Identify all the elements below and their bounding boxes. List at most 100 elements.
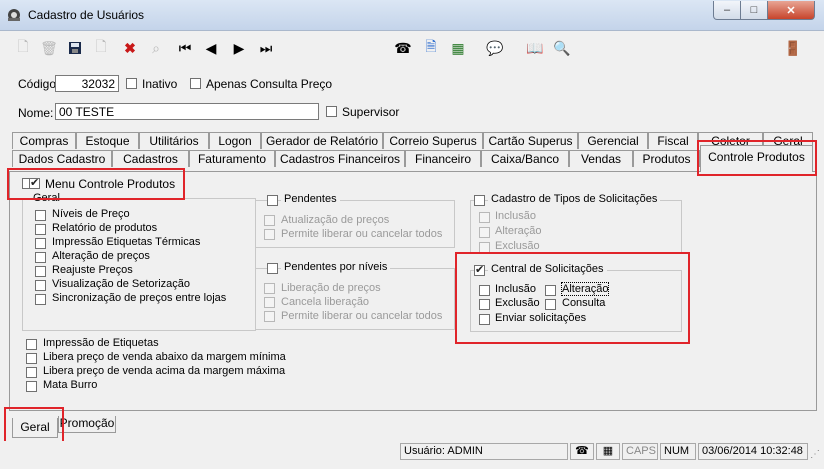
cadastro-tipos-checkbox[interactable] xyxy=(474,195,485,206)
extra-item-label: Mata Burro xyxy=(43,379,98,391)
cadastro-tipos-item-label: Inclusão xyxy=(495,210,536,222)
status-bar: Usuário: ADMIN ☎ ▦ CAPS NUM 03/06/2014 1… xyxy=(0,441,824,469)
pendentes-niveis-item-checkbox[interactable] xyxy=(264,311,275,322)
phone-status-icon: ☎ xyxy=(570,443,594,460)
pendentes-item-checkbox[interactable] xyxy=(264,229,275,240)
exit-door-icon[interactable]: 🚪 xyxy=(784,39,802,57)
delete-icon[interactable]: 🗑 xyxy=(40,39,58,57)
copy-icon[interactable]: 🗋 xyxy=(92,38,110,57)
pendentes-niveis-item-label: Liberação de preços xyxy=(281,282,381,294)
tab-vendas[interactable]: Vendas xyxy=(569,150,633,167)
pendentes-niveis-item-label: Permite liberar ou cancelar todos xyxy=(281,310,443,322)
tab-fiscal[interactable]: Fiscal xyxy=(648,132,698,149)
tab-financeiro[interactable]: Financeiro xyxy=(405,150,481,167)
geral-item-label: Visualização de Setorização xyxy=(52,278,190,290)
tab-dados-cadastro[interactable]: Dados Cadastro xyxy=(12,150,112,167)
geral-item-label: Impressão Etiquetas Térmicas xyxy=(52,236,201,248)
tab-gerencial[interactable]: Gerencial xyxy=(578,132,648,149)
resize-grip-icon[interactable]: ⋰ xyxy=(810,449,820,460)
geral-item-label: Sincronização de preços entre lojas xyxy=(52,292,227,304)
geral-item-label: Alteração de preços xyxy=(52,250,150,262)
book-icon[interactable]: 📖 xyxy=(526,39,544,57)
extra-item-label: Impressão de Etiquetas xyxy=(43,337,159,349)
app-icon xyxy=(8,9,20,21)
toolbar: 🗋 🗑 🗋 ✖ ⌕ ⏮ ◀ ▶ ⏭ ☎ 🗎 ▦ 💬 📖 🔍 🚪 xyxy=(4,33,820,65)
minimize-button[interactable]: – xyxy=(713,1,741,20)
extra-item-checkbox[interactable] xyxy=(26,381,37,392)
search-disabled-icon[interactable]: ⌕ xyxy=(147,39,165,57)
tab-produtos[interactable]: Produtos xyxy=(633,150,700,167)
geral-item-checkbox[interactable] xyxy=(35,224,46,235)
first-record-icon[interactable]: ⏮ xyxy=(176,39,194,57)
extra-item-checkbox[interactable] xyxy=(26,353,37,364)
inativo-checkbox[interactable] xyxy=(126,78,137,89)
tab-utilitarios[interactable]: Utilitários xyxy=(139,132,209,149)
next-record-icon[interactable]: ▶ xyxy=(230,39,248,57)
report-icon[interactable]: ▦ xyxy=(449,39,467,57)
apenas-consulta-label: Apenas Consulta Preço xyxy=(206,77,333,91)
title-bar[interactable]: Cadastro de Usuários – □ ✕ xyxy=(0,0,824,31)
geral-item-label: Níveis de Preço xyxy=(52,208,130,220)
tab-cadastros[interactable]: Cadastros xyxy=(112,150,189,167)
nome-label: Nome: xyxy=(18,106,54,120)
highlight-menu-controle xyxy=(7,168,185,200)
pendentes-niveis-checkbox[interactable] xyxy=(267,263,278,274)
pendentes-niveis-item-checkbox[interactable] xyxy=(264,283,275,294)
tab-gerador-relatorio[interactable]: Gerador de Relatório xyxy=(261,132,383,149)
last-record-icon[interactable]: ⏭ xyxy=(257,39,275,57)
window-title: Cadastro de Usuários xyxy=(28,8,145,22)
highlight-central-solicitacoes xyxy=(455,252,690,344)
pendentes-item-checkbox[interactable] xyxy=(264,215,275,226)
calculator-icon: ▦ xyxy=(596,443,620,460)
nome-input[interactable] xyxy=(55,103,319,120)
cancel-icon[interactable]: ✖ xyxy=(121,39,139,57)
geral-item-label: Relatório de produtos xyxy=(52,222,158,234)
geral-item-checkbox[interactable] xyxy=(35,252,46,263)
pendentes-checkbox[interactable] xyxy=(267,195,278,206)
inativo-label: Inativo xyxy=(142,77,178,91)
maximize-button[interactable]: □ xyxy=(740,1,768,20)
codigo-input[interactable] xyxy=(55,75,119,92)
geral-item-checkbox[interactable] xyxy=(35,294,46,305)
pendentes-niveis-title: Pendentes por níveis xyxy=(281,261,391,273)
status-usuario: Usuário: ADMIN xyxy=(400,443,568,460)
new-doc-icon[interactable]: 🗋 xyxy=(14,38,32,57)
tab-faturamento[interactable]: Faturamento xyxy=(189,150,275,167)
add-doc-icon[interactable]: 🗎 xyxy=(422,38,440,57)
status-caps: CAPS xyxy=(622,443,658,460)
prev-record-icon[interactable]: ◀ xyxy=(202,39,220,57)
tab-cadastros-financeiros[interactable]: Cadastros Financeiros xyxy=(275,150,405,167)
tab-cartao-superus[interactable]: Cartão Superus xyxy=(483,132,578,149)
save-icon[interactable] xyxy=(66,39,84,57)
status-num: NUM xyxy=(660,443,696,460)
cadastro-tipos-item-checkbox[interactable] xyxy=(479,212,490,223)
zoom-icon[interactable]: 🔍 xyxy=(553,39,571,57)
geral-item-checkbox[interactable] xyxy=(35,238,46,249)
extra-item-checkbox[interactable] xyxy=(26,339,37,350)
close-button[interactable]: ✕ xyxy=(767,1,815,20)
tab-caixa-banco[interactable]: Caixa/Banco xyxy=(481,150,569,167)
tab-estoque[interactable]: Estoque xyxy=(76,132,139,149)
tab-promocao[interactable]: Promoção xyxy=(58,416,116,433)
apenas-consulta-checkbox[interactable] xyxy=(190,78,201,89)
tab-correio-superus[interactable]: Correio Superus xyxy=(383,132,483,149)
extra-item-label: Libera preço de venda acima da margem má… xyxy=(43,365,286,377)
geral-item-checkbox[interactable] xyxy=(35,280,46,291)
cadastro-tipos-item-checkbox[interactable] xyxy=(479,227,490,238)
geral-item-label: Reajuste Preços xyxy=(52,264,133,276)
pendentes-item-label: Atualização de preços xyxy=(281,214,390,226)
tab-logon[interactable]: Logon xyxy=(209,132,261,149)
geral-item-checkbox[interactable] xyxy=(35,266,46,277)
phone-icon[interactable]: ☎ xyxy=(394,39,412,57)
status-datetime: 03/06/2014 10:32:48 xyxy=(698,443,808,460)
chat-icon[interactable]: 💬 xyxy=(486,39,504,57)
supervisor-checkbox[interactable] xyxy=(326,106,337,117)
tab-compras[interactable]: Compras xyxy=(12,132,76,149)
tab-controle-produtos[interactable]: Controle Produtos xyxy=(700,145,813,172)
pendentes-niveis-item-checkbox[interactable] xyxy=(264,297,275,308)
cadastro-tipos-item-label: Alteração xyxy=(495,225,542,237)
geral-item-checkbox[interactable] xyxy=(35,210,46,221)
pendentes-title: Pendentes xyxy=(281,193,340,205)
codigo-label: Código: xyxy=(18,77,60,91)
extra-item-checkbox[interactable] xyxy=(26,367,37,378)
